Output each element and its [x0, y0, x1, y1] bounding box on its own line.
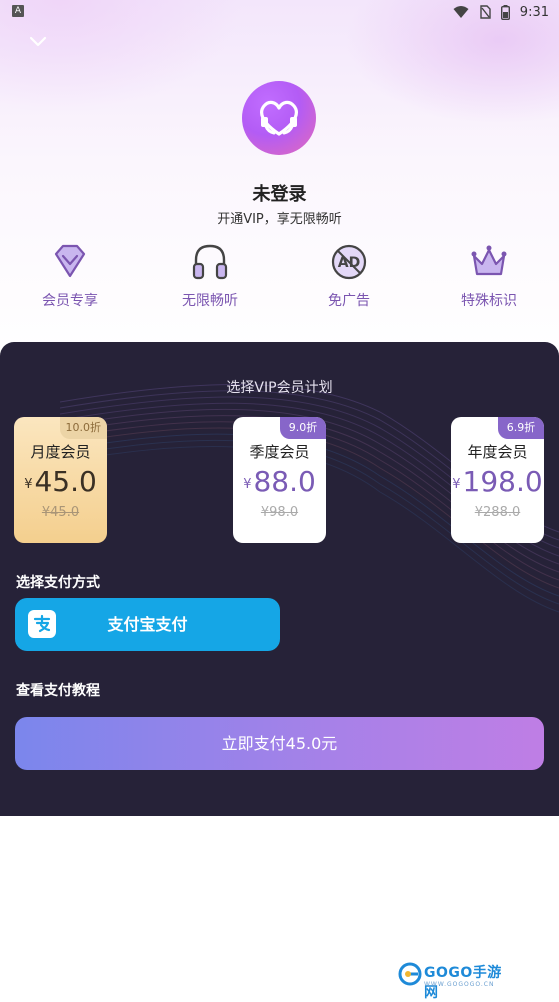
watermark: GOGO手游网 WWW.GOGOGO.CN: [398, 960, 508, 1001]
payment-tutorial-link[interactable]: 查看支付教程: [16, 680, 100, 700]
watermark-url: WWW.GOGOGO.CN: [424, 981, 495, 988]
alipay-label: 支付宝支付: [107, 615, 188, 634]
login-status-title[interactable]: 未登录: [0, 180, 559, 206]
plan-section-title: 选择VIP会员计划: [226, 380, 333, 396]
plan-name: 年度会员: [467, 443, 528, 461]
benefit-label: 会员专享: [42, 293, 98, 309]
benefit-ad-free: AD 免广告: [289, 240, 409, 310]
original-price: ¥98.0: [260, 505, 299, 520]
purchase-panel: 选择VIP会员计划 10.0折 月度会员 ¥45.0 ¥45.0 9.0折 季度…: [0, 342, 559, 816]
no-sim-icon: [480, 5, 491, 19]
price-amount: 198.0: [462, 465, 543, 498]
benefit-vip-exclusive: 会员专享: [10, 240, 130, 310]
plan-card-monthly[interactable]: 10.0折 月度会员 ¥45.0 ¥45.0: [14, 417, 107, 543]
currency-symbol: ¥: [24, 477, 33, 492]
benefit-unlimited-listening: 无限畅听: [150, 240, 270, 310]
plan-name: 季度会员: [249, 443, 310, 461]
status-icons: 9:31: [453, 3, 549, 21]
benefit-label: 免广告: [328, 293, 370, 309]
heart-headphones-icon: [260, 100, 298, 136]
battery-icon: [500, 4, 510, 20]
discount-badge: 9.0折: [280, 417, 326, 439]
original-price: ¥45.0: [41, 505, 80, 520]
crown-icon: [471, 245, 507, 276]
avatar[interactable]: [242, 81, 316, 155]
no-ad-icon: AD: [331, 244, 367, 280]
currency-symbol: ¥: [243, 477, 252, 492]
pay-now-button[interactable]: 立即支付45.0元: [15, 717, 544, 770]
wifi-icon: [453, 6, 469, 18]
price-amount: 88.0: [253, 465, 316, 498]
original-price: ¥288.0: [474, 505, 521, 520]
gogo-logo-icon: [398, 962, 422, 986]
payment-method-title: 选择支付方式: [16, 575, 100, 591]
discount-badge: 10.0折: [59, 417, 107, 439]
status-bar: A 9:31: [0, 0, 559, 24]
diamond-icon: [54, 244, 86, 278]
notification-icon: A: [12, 5, 24, 17]
currency-symbol: ¥: [452, 477, 461, 492]
plan-price: ¥198.0: [451, 465, 544, 498]
status-time: 9:31: [519, 4, 549, 20]
plan-card-quarterly[interactable]: 9.0折 季度会员 ¥88.0 ¥98.0: [233, 417, 326, 543]
chevron-down-icon[interactable]: [28, 34, 48, 50]
vip-promo-subtitle: 开通VIP，享无限畅听: [217, 212, 342, 227]
plan-card-yearly[interactable]: 6.9折 年度会员 ¥198.0 ¥288.0: [451, 417, 544, 543]
headphones-icon: [192, 244, 228, 280]
benefit-label: 特殊标识: [461, 293, 517, 309]
plan-price: ¥88.0: [233, 465, 326, 498]
svg-text:AD: AD: [338, 255, 360, 271]
price-amount: 45.0: [34, 465, 97, 498]
alipay-button[interactable]: 支付宝支付: [15, 598, 280, 651]
plan-name: 月度会员: [30, 443, 91, 461]
benefit-label: 无限畅听: [182, 293, 238, 309]
discount-badge: 6.9折: [498, 417, 544, 439]
plan-price: ¥45.0: [14, 465, 107, 498]
benefit-special-badge: 特殊标识: [429, 240, 549, 310]
